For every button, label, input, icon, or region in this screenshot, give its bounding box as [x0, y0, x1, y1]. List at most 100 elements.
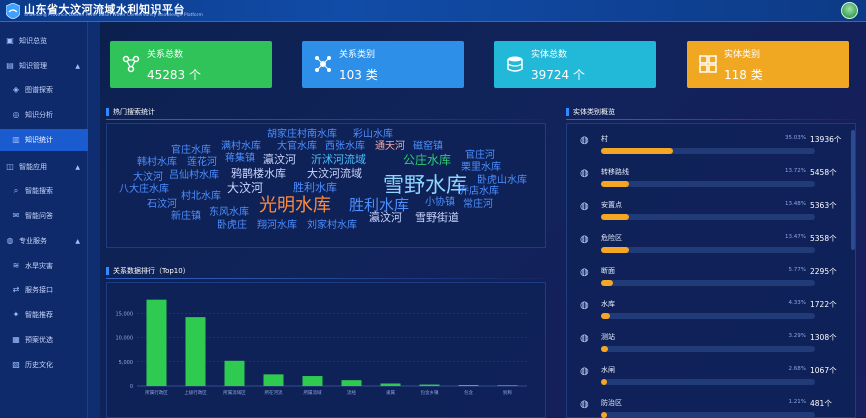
sidebar-item-label: 知识分析: [25, 111, 53, 119]
x-tick-label: 别称: [503, 389, 512, 396]
hot-search-word[interactable]: 常庄河: [463, 200, 493, 210]
entity-type-row[interactable]: ◍ 防治区 1.21% 481个: [574, 395, 846, 418]
app-header: 山东省大汶河流域水利知识平台 Shandong Province Dawen R…: [0, 0, 866, 22]
entity-type-row[interactable]: ◍ 危险区 13.47% 5358个: [574, 230, 846, 263]
chart-bar[interactable]: [263, 374, 284, 386]
sidebar-item-4[interactable]: ◎ 知识分析: [0, 104, 88, 126]
hot-search-word[interactable]: 大汶河: [133, 173, 163, 183]
entity-type-count: 1308个: [810, 333, 837, 342]
entity-type-progress-fill: [601, 313, 610, 319]
hot-search-word[interactable]: 满村水库: [221, 142, 261, 152]
hot-search-word[interactable]: 蒋集镇: [225, 154, 255, 164]
chart-bar[interactable]: [458, 385, 479, 386]
sidebar-item-1[interactable]: ▣ 知识总览: [0, 30, 88, 52]
hot-search-word[interactable]: 雪野水库: [383, 175, 467, 196]
hot-search-word[interactable]: 翔河水库: [257, 221, 297, 231]
sidebar-item-7[interactable]: ⌕ 智能搜索: [0, 180, 88, 202]
entity-type-row[interactable]: ◍ 转移路线 13.72% 5458个: [574, 164, 846, 197]
entity-type-row[interactable]: ◍ 水闸 2.68% 1067个: [574, 362, 846, 395]
hot-search-word[interactable]: 大汶河: [227, 182, 263, 194]
sidebar-item-12[interactable]: ✦ 智能推荐: [0, 304, 88, 326]
stat-card-4[interactable]: 实体类别 118 类: [687, 41, 849, 88]
chart-bar[interactable]: [185, 317, 206, 386]
app-logo-icon: [6, 3, 20, 19]
user-avatar-icon[interactable]: [841, 2, 858, 19]
hot-search-word[interactable]: 西张水库: [325, 142, 365, 152]
hot-search-word[interactable]: 莲花河: [187, 158, 217, 168]
hot-search-word[interactable]: 小协镇: [425, 198, 455, 208]
hot-search-word[interactable]: 通天河: [375, 142, 405, 152]
relation-rank-panel: 0 5,000 10,000 15,000 所属行政区 上级行政区 所属流域区 所在河流 所属流…: [106, 282, 546, 418]
hot-search-word[interactable]: 彩山水库: [353, 130, 393, 140]
hot-search-word[interactable]: 胡家庄村南水库: [267, 130, 337, 140]
hot-search-word[interactable]: 卧虎山水库: [477, 176, 527, 186]
hot-search-word[interactable]: 大官水库: [277, 142, 317, 152]
stat-card-1[interactable]: 关系总数 45283 个: [110, 41, 272, 88]
hot-search-word[interactable]: 石汶河: [147, 200, 177, 210]
hot-search-word[interactable]: 乔店水库: [459, 187, 499, 197]
sidebar-item-8[interactable]: ✉ 智能问答: [0, 205, 88, 227]
sidebar-item-label: 历史文化: [25, 361, 53, 369]
entity-type-name: 转移路线: [601, 168, 629, 176]
entity-type-percent: 13.72%: [785, 168, 806, 174]
entity-type-count: 5363个: [810, 201, 837, 210]
entity-type-row[interactable]: ◍ 水库 4.33% 1722个: [574, 296, 846, 329]
stat-card-2[interactable]: 关系类别 103 类: [302, 41, 464, 88]
sidebar-item-11[interactable]: ⇄ 服务接口: [0, 279, 88, 301]
hot-search-word[interactable]: 磁窑镇: [413, 142, 443, 152]
sidebar-item-3[interactable]: ◈ 图谱探索: [0, 79, 88, 101]
hot-search-word[interactable]: 大汶河流域: [307, 168, 362, 179]
hot-search-word[interactable]: 鸦鹊楼水库: [231, 168, 286, 179]
entity-type-row[interactable]: ◍ 村 35.03% 13936个: [574, 131, 846, 164]
entity-type-name: 测站: [601, 333, 615, 341]
entity-type-name: 水闸: [601, 366, 615, 374]
hot-search-word[interactable]: 瀛汶河: [369, 212, 402, 223]
sidebar-item-6[interactable]: ◫ 智能应用 ▲: [0, 156, 88, 178]
entity-type-count: 5358个: [810, 234, 837, 243]
hot-search-word[interactable]: 瀛汶河: [263, 154, 296, 165]
hot-search-word[interactable]: 官庄河: [465, 151, 495, 161]
hot-search-word[interactable]: 栗里水库: [461, 163, 501, 173]
sidebar-item-5[interactable]: ▥ 知识统计: [0, 129, 88, 151]
hot-search-word[interactable]: 沂沭河流域: [311, 154, 366, 165]
hot-search-word[interactable]: 卧虎庄: [217, 221, 247, 231]
hot-search-word[interactable]: 韩村水库: [137, 158, 177, 168]
sidebar-item-14[interactable]: ▧ 历史文化: [0, 354, 88, 376]
sidebar-item-10[interactable]: ≋ 水旱灾害: [0, 255, 88, 277]
entity-type-count: 1722个: [810, 300, 837, 309]
hot-search-word[interactable]: 东风水库: [209, 208, 249, 218]
stat-card-value: 39724 个: [531, 68, 585, 82]
hot-search-word[interactable]: 胜利水库: [293, 182, 337, 193]
hot-search-word[interactable]: 吕仙村水库: [169, 171, 219, 181]
x-tick-label: 所属行政区: [145, 389, 168, 396]
chart-bar[interactable]: [224, 360, 245, 386]
hot-search-word[interactable]: 官庄水库: [171, 146, 211, 156]
chart-bar[interactable]: [419, 384, 440, 386]
hot-search-word[interactable]: 新庄镇: [171, 212, 201, 222]
api-icon: ⇄: [12, 285, 20, 294]
hot-search-word[interactable]: 光明水库: [259, 197, 331, 215]
chart-bar[interactable]: [497, 385, 518, 386]
chart-bar[interactable]: [146, 299, 167, 386]
chart-bar[interactable]: [341, 380, 362, 386]
x-tick-label: 隶属: [386, 389, 395, 396]
sidebar-item-label: 知识统计: [25, 136, 53, 144]
hot-search-word[interactable]: 刘家村水库: [307, 221, 357, 231]
chart-bar[interactable]: [380, 383, 401, 386]
entity-type-row[interactable]: ◍ 安置点 13.48% 5363个: [574, 197, 846, 230]
hot-search-word[interactable]: 八大庄水库: [119, 185, 169, 195]
y-tick-label: 5,000: [119, 360, 133, 366]
chart-bar[interactable]: [302, 376, 323, 386]
sidebar-item-13[interactable]: ▦ 预案优选: [0, 329, 88, 351]
hot-search-word[interactable]: 雪野街道: [415, 212, 459, 223]
entity-type-progress-fill: [601, 214, 629, 220]
sidebar-item-9[interactable]: ◍ 专业服务 ▲: [0, 230, 88, 252]
hot-search-word[interactable]: 村北水库: [181, 192, 221, 202]
sidebar-item-2[interactable]: ▤ 知识管理 ▲: [0, 55, 88, 77]
hot-search-word[interactable]: 公庄水库: [403, 154, 451, 166]
qa-icon: ✉: [12, 211, 20, 220]
entity-type-row[interactable]: ◍ 测站 3.29% 1308个: [574, 329, 846, 362]
entity-list-scrollbar[interactable]: [851, 130, 855, 250]
stat-card-3[interactable]: 实体总数 39724 个: [494, 41, 656, 88]
entity-type-row[interactable]: ◍ 断面 5.77% 2295个: [574, 263, 846, 296]
